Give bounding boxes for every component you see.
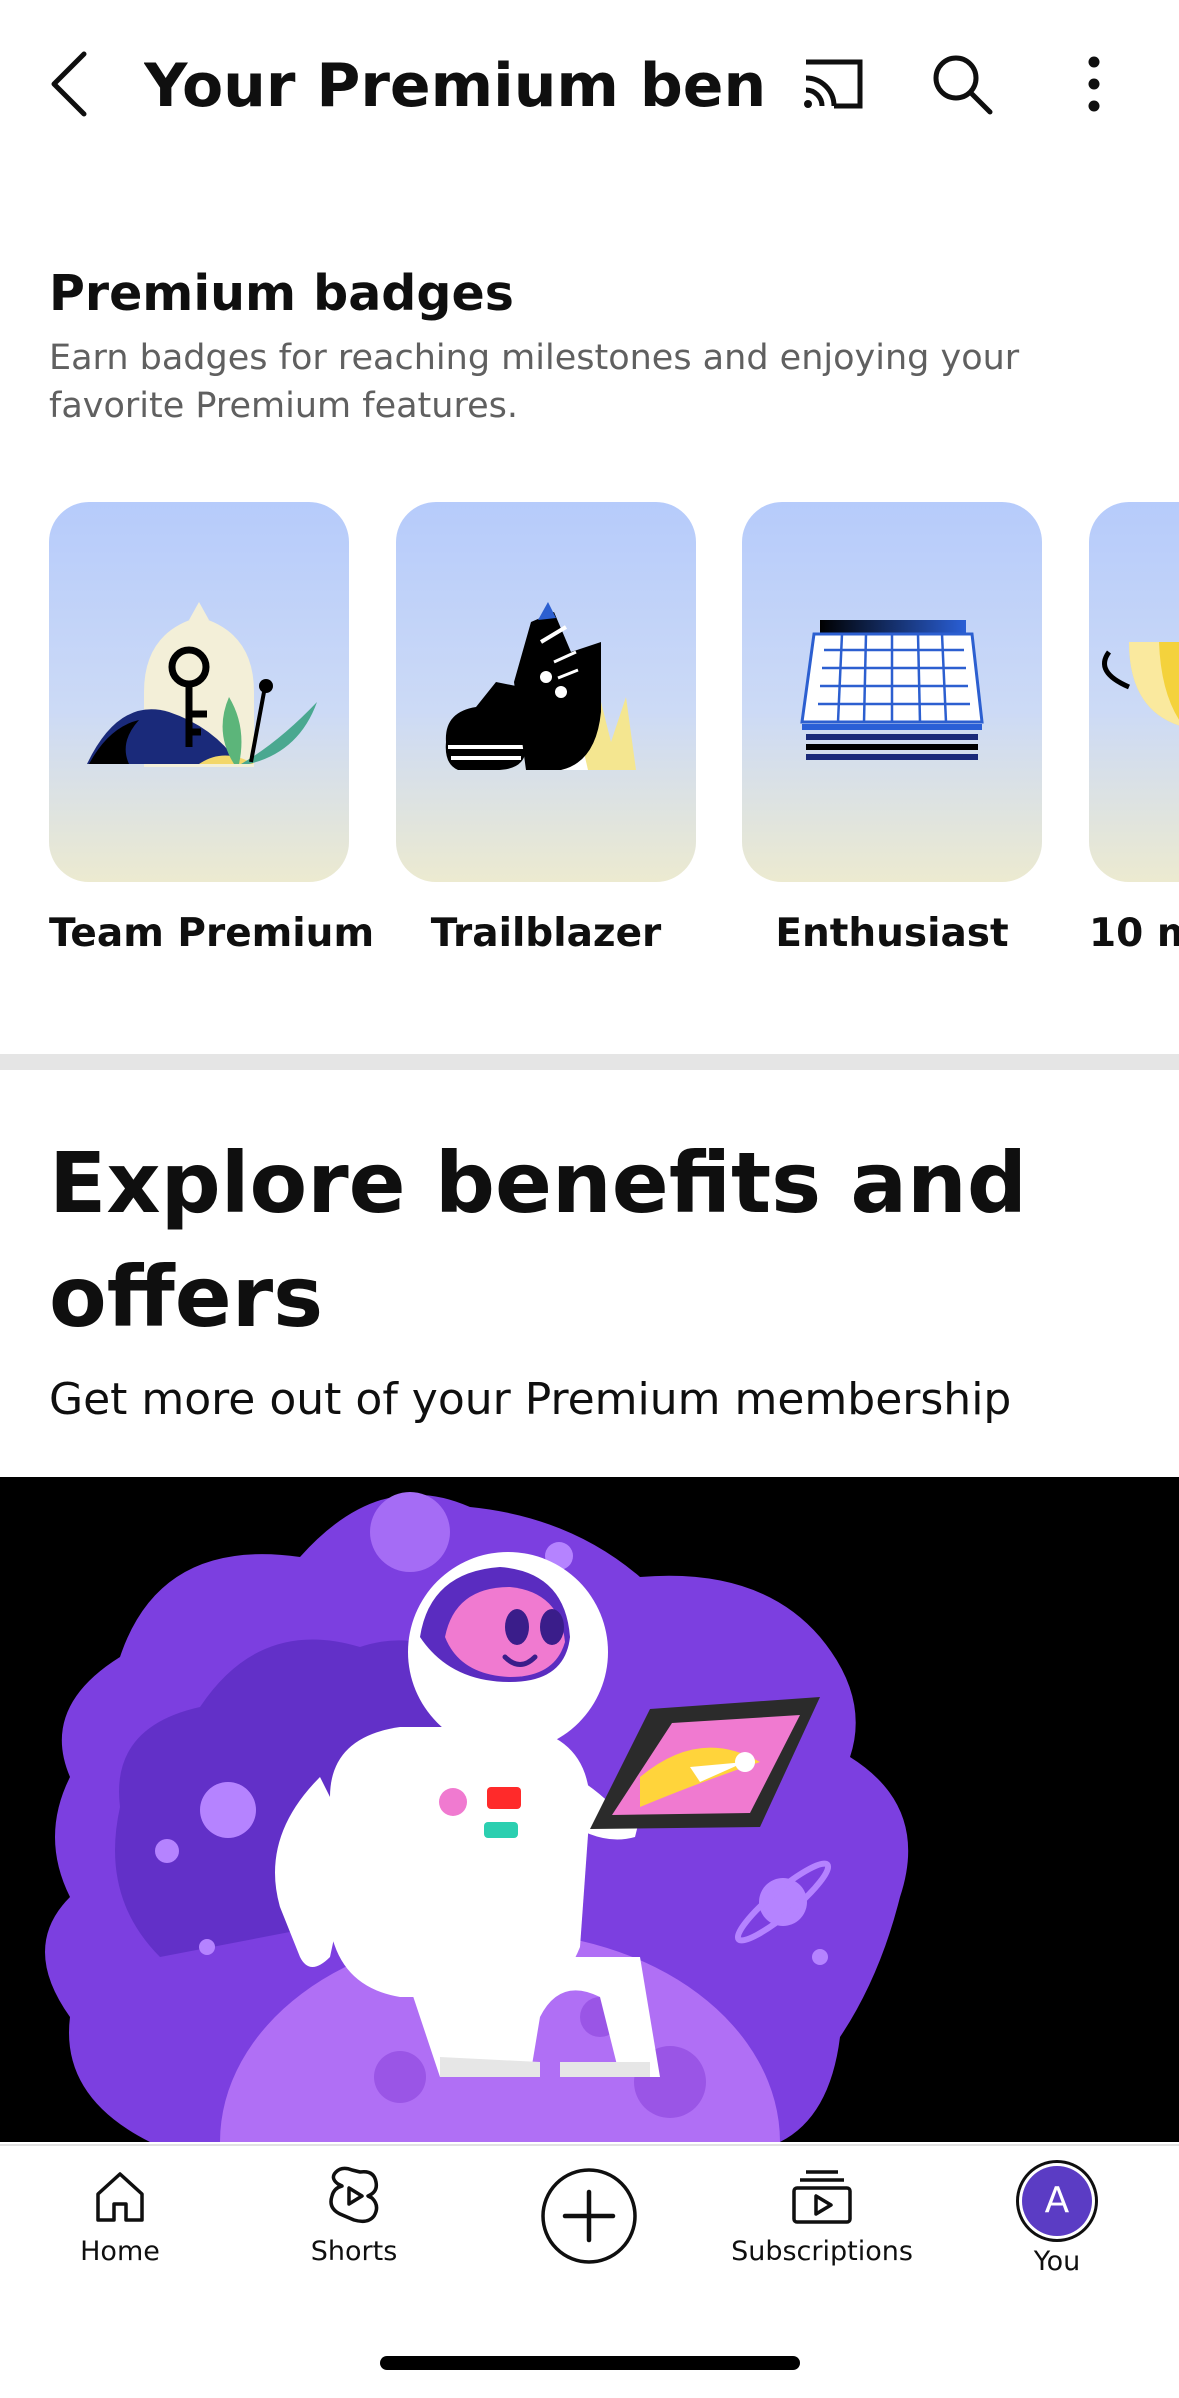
badge-partial[interactable]: 10 m [1089,502,1179,964]
key-icon [87,602,317,767]
badge-trailblazer[interactable]: Trailblazer [396,502,696,964]
nav-subscriptions[interactable]: Subscriptions [722,2166,922,2272]
badge-card [396,502,696,882]
badge-card [49,502,349,882]
trophy-icon [1102,642,1179,726]
hero-banner[interactable] [0,1477,1179,2142]
subscriptions-icon [792,2170,852,2224]
cast-icon [804,59,863,109]
nav-create[interactable] [489,2166,689,2266]
badge-carousel[interactable]: Team Premium Trailblazer Enthusiast 10 m [0,502,1179,972]
search-button[interactable] [926,48,998,120]
chevron-left-icon [51,51,87,117]
section-title-badges: Premium badges [49,265,514,322]
top-app-bar: Your Premium benef... [0,0,1179,170]
avatar: A [1022,2166,1092,2236]
section-divider [0,1054,1179,1070]
section-subtitle-explore: Get more out of your Premium membership [49,1374,1012,1425]
section-title-explore: Explore benefits and offers [49,1134,1027,1346]
badge-card [742,502,1042,882]
nav-you[interactable]: A You [957,2166,1157,2282]
shorts-icon [329,2166,379,2224]
astronaut-illustration [45,1492,909,2142]
badge-label: Enthusiast [775,911,1009,956]
back-button[interactable] [40,44,100,124]
nav-shorts[interactable]: Shorts [254,2166,454,2272]
search-icon [933,55,993,115]
badge-label: Team Premium [49,911,375,956]
boots-icon [445,602,636,770]
calendar-icon [800,620,984,760]
badge-label: Trailblazer [430,911,662,956]
more-options-button[interactable] [1058,48,1130,120]
badge-enthusiast[interactable]: Enthusiast [742,502,1042,964]
nav-label: Home [80,2236,160,2267]
home-indicator [380,2356,800,2370]
badge-team-premium[interactable]: Team Premium [49,502,375,964]
more-vert-icon [1088,56,1100,112]
nav-home[interactable]: Home [20,2166,220,2272]
cast-button[interactable] [796,48,868,120]
home-icon [96,2172,144,2222]
page-title: Your Premium benef... [144,51,764,121]
badge-label: 10 m [1089,911,1179,956]
section-description-badges: Earn badges for reaching milestones and … [49,338,1020,426]
badge-card [1089,502,1179,882]
nav-label: You [1033,2246,1081,2277]
create-plus-icon [541,2168,637,2264]
nav-label: Subscriptions [731,2236,913,2267]
nav-label: Shorts [310,2236,398,2267]
